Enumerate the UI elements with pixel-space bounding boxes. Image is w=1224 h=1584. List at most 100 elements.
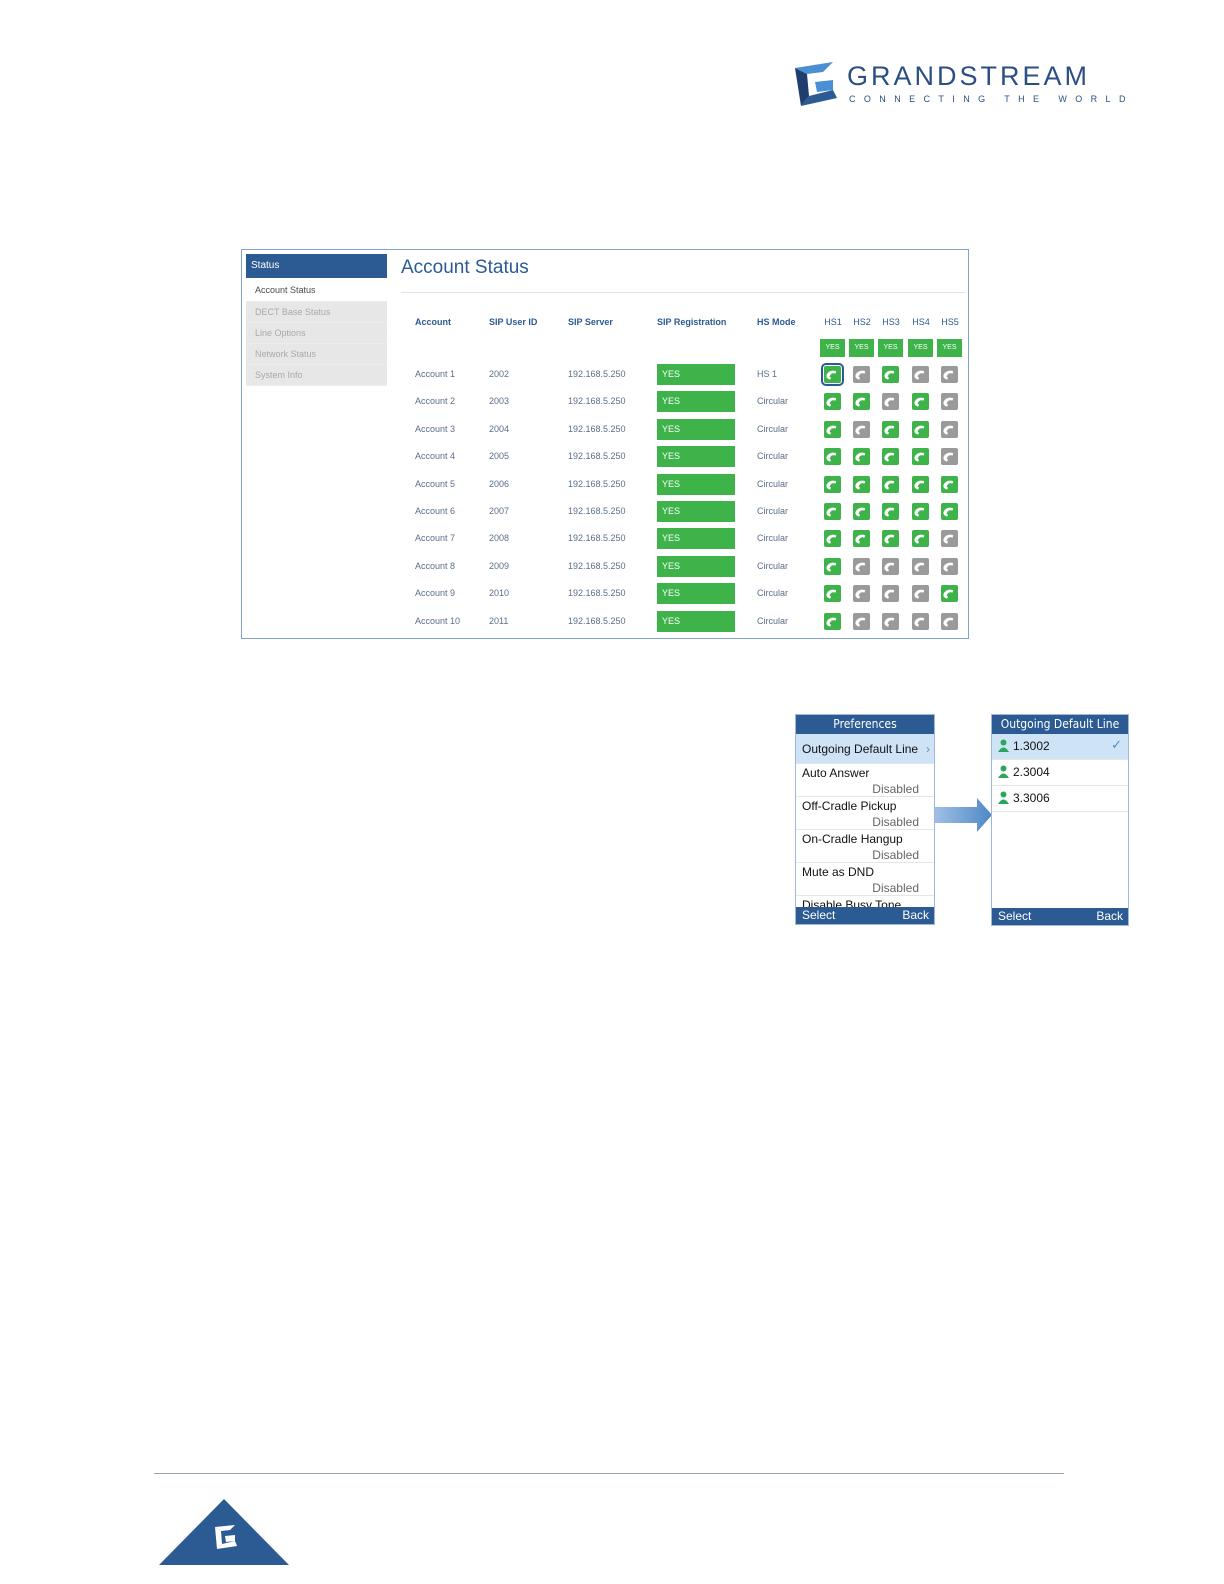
handset-phone-icon[interactable]: [912, 448, 929, 466]
handset-phone-icon[interactable]: [912, 475, 929, 493]
handset-phone-icon[interactable]: [853, 393, 870, 411]
handset-phone-icon[interactable]: [941, 557, 958, 575]
handset-status-badge: YES: [878, 339, 903, 357]
sip-registration-badge: YES: [657, 528, 735, 550]
handset-phone-icon[interactable]: [853, 585, 870, 603]
handset-phone-icon[interactable]: [941, 366, 958, 383]
pref-item-on-cradle-hangup[interactable]: On-Cradle Hangup Disabled: [796, 830, 934, 863]
sidebar-header[interactable]: Status: [246, 254, 387, 278]
handset-phone-icon[interactable]: [824, 557, 841, 575]
chevron-right-icon: ›: [926, 742, 930, 756]
handset-phone-icon[interactable]: [824, 475, 841, 493]
pref-item-outgoing-default-line[interactable]: Outgoing Default Line ›: [796, 734, 934, 764]
handset-phone-icon[interactable]: [912, 585, 929, 603]
handset-phone-icon[interactable]: [941, 420, 958, 438]
line-item-1[interactable]: 1.3002 ✓: [992, 734, 1128, 760]
handset-phone-icon[interactable]: [853, 557, 870, 575]
handset-phone-icon[interactable]: [912, 393, 929, 411]
handset-phone-icon[interactable]: [853, 612, 870, 630]
handset-phone-icon[interactable]: [882, 557, 899, 575]
account-name-cell: Account 9: [415, 588, 456, 599]
handset-phone-icon[interactable]: [912, 503, 929, 520]
handset-phone-icon[interactable]: [853, 420, 870, 438]
column-header-hs-mode: HS Mode: [757, 317, 796, 327]
pref-item-label: Mute as DND: [802, 865, 875, 879]
pref-item-label: Outgoing Default Line: [802, 742, 919, 756]
account-name-cell: Account 8: [415, 560, 456, 571]
handset-phone-icon[interactable]: [882, 420, 899, 438]
handset-phone-icon[interactable]: [912, 530, 929, 548]
handset-phone-icon[interactable]: [853, 530, 870, 548]
sidebar-item-network-status[interactable]: Network Status: [246, 344, 387, 365]
handset-phone-icon[interactable]: [912, 557, 929, 575]
pref-item-label: Off-Cradle Pickup: [802, 799, 897, 813]
pref-item-auto-answer[interactable]: Auto Answer Disabled: [796, 764, 934, 797]
handset-phone-icon[interactable]: [821, 363, 844, 386]
sidebar-item-account-status[interactable]: Account Status: [246, 278, 387, 302]
handset-phone-icon[interactable]: [882, 612, 899, 630]
handset-phone-icon[interactable]: [882, 503, 899, 520]
sip-user-id-cell: 2003: [489, 396, 510, 407]
sip-registration-badge: YES: [657, 583, 735, 605]
line-item-label: 1.3002: [1013, 739, 1050, 753]
handset-phone-icon[interactable]: [824, 612, 841, 630]
handset-phone-icon[interactable]: [824, 448, 841, 466]
handset-phone-icon[interactable]: [912, 420, 929, 438]
arrow-right-icon: [935, 798, 992, 832]
handset-phone-icon[interactable]: [882, 585, 899, 603]
line-item-3[interactable]: 3.3006: [992, 786, 1128, 812]
back-softkey[interactable]: Back: [1096, 908, 1123, 925]
pref-item-value: Disabled: [872, 881, 919, 895]
handset-phone-icon[interactable]: [882, 475, 899, 493]
sip-user-id-cell: 2005: [489, 451, 510, 462]
handset-phone-icon[interactable]: [853, 448, 870, 466]
sip-user-id-cell: 2011: [489, 615, 509, 626]
sidebar-item-system-info[interactable]: System Info: [246, 365, 387, 386]
sip-registration-badge: YES: [657, 418, 735, 440]
handset-phone-icon[interactable]: [824, 503, 841, 520]
checkmark-icon: ✓: [1111, 737, 1122, 752]
handset-phone-icon[interactable]: [912, 612, 929, 630]
handset-phone-icon[interactable]: [824, 393, 841, 411]
handset-status-badge: YES: [849, 339, 874, 357]
handset-phone-icon[interactable]: [824, 420, 841, 438]
handset-phone-icon[interactable]: [853, 503, 870, 520]
handset-phone-icon[interactable]: [882, 530, 899, 548]
sidebar: Status Account Status DECT Base Status L…: [246, 254, 387, 386]
column-header-hs5: HS5: [941, 317, 959, 327]
handset-phone-icon[interactable]: [941, 612, 958, 630]
sidebar-item-line-options[interactable]: Line Options: [246, 323, 387, 344]
outgoing-line-softkeys: Select Back: [992, 908, 1128, 925]
handset-phone-icon[interactable]: [941, 393, 958, 411]
handset-phone-icon[interactable]: [824, 585, 841, 603]
footer-divider: [154, 1473, 1064, 1474]
handset-phone-icon[interactable]: [941, 503, 958, 520]
select-softkey[interactable]: Select: [998, 908, 1031, 925]
sip-registration-badge: YES: [657, 610, 735, 632]
handset-phone-icon[interactable]: [941, 448, 958, 466]
handset-status-badge: YES: [908, 339, 933, 357]
handset-phone-icon[interactable]: [912, 366, 929, 383]
sidebar-item-dect-base-status[interactable]: DECT Base Status: [246, 302, 387, 323]
hs-mode-cell: HS 1: [757, 369, 778, 379]
handset-phone-icon[interactable]: [882, 366, 899, 383]
handset-phone-icon[interactable]: [824, 530, 841, 548]
select-softkey[interactable]: Select: [802, 907, 835, 924]
back-softkey[interactable]: Back: [902, 907, 929, 924]
handset-phone-icon[interactable]: [941, 585, 958, 603]
account-name-cell: Account 5: [415, 478, 456, 489]
preferences-softkeys: Select Back: [796, 907, 934, 924]
sip-registration-badge: YES: [657, 501, 735, 522]
handset-phone-icon[interactable]: [882, 448, 899, 466]
handset-phone-icon[interactable]: [941, 530, 958, 548]
hs-mode-cell: Circular: [757, 396, 789, 407]
grandstream-logo-icon: [795, 62, 837, 106]
handset-phone-icon[interactable]: [882, 393, 899, 411]
handset-phone-icon[interactable]: [941, 475, 958, 493]
pref-item-off-cradle-pickup[interactable]: Off-Cradle Pickup Disabled: [796, 797, 934, 830]
pref-item-mute-as-dnd[interactable]: Mute as DND Disabled: [796, 863, 934, 896]
handset-phone-icon[interactable]: [853, 475, 870, 493]
column-header-sip-registration: SIP Registration: [657, 317, 727, 327]
handset-phone-icon[interactable]: [853, 366, 870, 383]
line-item-2[interactable]: 2.3004: [992, 760, 1128, 786]
